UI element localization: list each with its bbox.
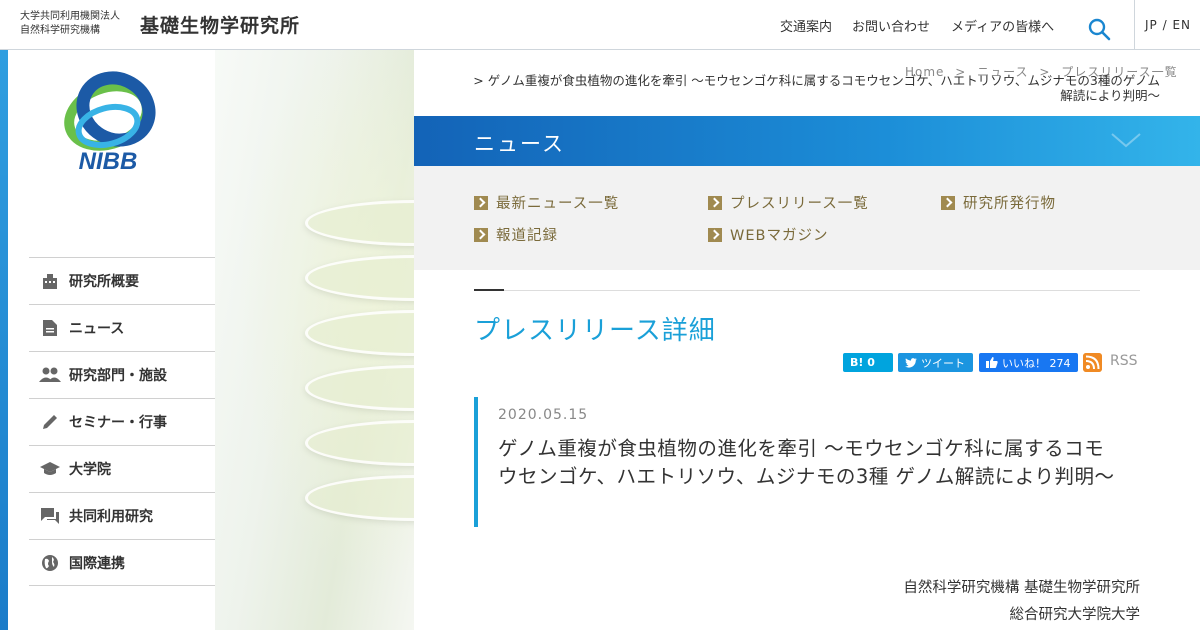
dish-shape	[305, 200, 414, 246]
subnav-label: WEBマガジン	[730, 228, 829, 244]
sidebar-item-seminars[interactable]: セミナー・行事	[29, 398, 215, 445]
sidebar-item-label: 研究所概要	[69, 274, 139, 290]
nibb-logo[interactable]: NIBB	[46, 64, 186, 174]
twitter-bird-icon	[905, 357, 917, 368]
org-line-2: 自然科学研究機構	[20, 25, 100, 36]
dish-shape	[305, 255, 414, 301]
nav-access-link[interactable]: 交通案内	[780, 16, 832, 35]
article-org-1: 自然科学研究機構 基礎生物学研究所	[903, 580, 1140, 596]
site-header: 大学共同利用機関法人 自然科学研究機構 基礎生物学研究所 交通案内 お問い合わせ…	[0, 0, 1200, 50]
subnav-latest-news[interactable]: 最新ニュース一覧	[474, 192, 619, 213]
pencil-icon	[39, 411, 61, 433]
nav-media-link[interactable]: メディアの皆様へ	[951, 16, 1054, 35]
people-icon	[39, 364, 61, 386]
lang-separator	[1134, 0, 1135, 50]
arrow-right-icon	[708, 227, 722, 242]
rss-link[interactable]: RSS	[1110, 353, 1138, 369]
sidebar-item-news[interactable]: ニュース	[29, 304, 215, 351]
sidebar-item-label: セミナー・行事	[69, 415, 167, 431]
hatena-bookmark-button[interactable]: B! 0	[843, 353, 893, 372]
side-nav: 研究所概要 ニュース 研究部門・施設 セミナー・行事 大学院 共同利用研究 国際…	[29, 257, 215, 586]
subnav-label: 最新ニュース一覧	[496, 196, 620, 212]
subnav-media-coverage[interactable]: 報道記録	[474, 224, 558, 245]
nav-access[interactable]: 交通案内	[780, 0, 832, 50]
news-subnav: 最新ニュース一覧 プレスリリース一覧 研究所発行物 報道記録 WEBマガジン	[414, 166, 1200, 270]
subnav-label: プレスリリース一覧	[730, 196, 869, 212]
banner-title: ニュース	[474, 132, 565, 156]
chat-icon	[39, 505, 61, 527]
dish-shape	[305, 420, 414, 466]
sidebar-item-graduate-school[interactable]: 大学院	[29, 445, 215, 492]
article-headline: ゲノム重複が食虫植物の進化を牽引 〜モウセンゴケ科に属するコモウセンゴケ、ハエト…	[498, 437, 1115, 488]
search-icon[interactable]	[1087, 17, 1111, 41]
sidebar-item-departments[interactable]: 研究部門・施設	[29, 351, 215, 398]
article-date: 2020.05.15	[498, 407, 589, 423]
subnav-label: 報道記録	[496, 228, 558, 244]
building-icon	[39, 270, 61, 292]
language-switch[interactable]: JP / EN	[1145, 0, 1191, 50]
dish-shape	[305, 310, 414, 356]
nav-contact-link[interactable]: お問い合わせ	[852, 16, 930, 35]
sidebar-item-label: 国際連携	[69, 555, 125, 572]
like-label: いいね！ 274	[1002, 356, 1071, 370]
org-subtitle: 大学共同利用機関法人 自然科学研究機構	[20, 10, 120, 38]
arrow-right-icon	[474, 227, 488, 242]
graduation-cap-icon	[39, 458, 61, 480]
sidebar: NIBB 研究所概要 ニュース 研究部門・施設 セミナー・行事 大学院 共同利用…	[8, 50, 215, 630]
section-divider-accent	[474, 289, 504, 291]
chevron-down-icon	[1111, 133, 1141, 148]
org-title[interactable]: 基礎生物学研究所	[140, 11, 300, 38]
dish-shape	[305, 475, 414, 521]
arrow-right-icon	[474, 195, 488, 210]
sidebar-item-label: 共同利用研究	[69, 509, 153, 525]
rss-icon[interactable]	[1083, 353, 1102, 372]
tweet-button[interactable]: ツイート	[898, 353, 973, 372]
nav-media[interactable]: メディアの皆様へ	[951, 0, 1054, 50]
section-divider	[474, 290, 1140, 291]
arrow-right-icon	[941, 195, 955, 210]
nav-contact[interactable]: お問い合わせ	[852, 0, 930, 50]
subnav-publications[interactable]: 研究所発行物	[941, 192, 1056, 213]
breadcrumb-current: > ゲノム重複が食虫植物の進化を牽引 〜モウセンゴケ科に属するコモウセンゴケ、ハ…	[470, 73, 1160, 103]
news-banner: ニュース	[414, 116, 1200, 166]
petri-dish-photo	[215, 50, 414, 630]
section-title: プレスリリース詳細	[474, 316, 716, 346]
sidebar-item-international[interactable]: 国際連携	[29, 539, 215, 586]
subnav-press-releases[interactable]: プレスリリース一覧	[708, 192, 869, 213]
breadcrumb-current-text: ゲノム重複が食虫植物の進化を牽引 〜モウセンゴケ科に属するコモウセンゴケ、ハエト…	[487, 73, 1160, 103]
sidebar-item-label: ニュース	[69, 321, 125, 337]
dish-shape	[305, 365, 414, 411]
sidebar-item-label: 研究部門・施設	[69, 368, 167, 384]
breadcrumb-separator: >	[473, 73, 484, 88]
globe-icon	[39, 552, 61, 574]
sidebar-item-label: 大学院	[69, 462, 111, 478]
sidebar-item-collaborative-research[interactable]: 共同利用研究	[29, 492, 215, 539]
subnav-web-magazine[interactable]: WEBマガジン	[708, 224, 828, 245]
accent-strip	[0, 50, 8, 630]
subnav-label: 研究所発行物	[963, 196, 1056, 212]
facebook-like-button[interactable]: いいね！ 274	[979, 353, 1078, 372]
article-card: 2020.05.15 ゲノム重複が食虫植物の進化を牽引 〜モウセンゴケ科に属する…	[474, 397, 1140, 527]
tweet-label: ツイート	[921, 356, 965, 370]
article-org-2: 総合研究大学院大学	[1009, 607, 1141, 623]
org-line-1: 大学共同利用機関法人	[20, 11, 120, 22]
arrow-right-icon	[708, 195, 722, 210]
logo-text: NIBB	[79, 148, 138, 174]
sidebar-item-overview[interactable]: 研究所概要	[29, 257, 215, 304]
thumbs-up-icon	[986, 357, 998, 368]
document-icon	[39, 317, 61, 339]
